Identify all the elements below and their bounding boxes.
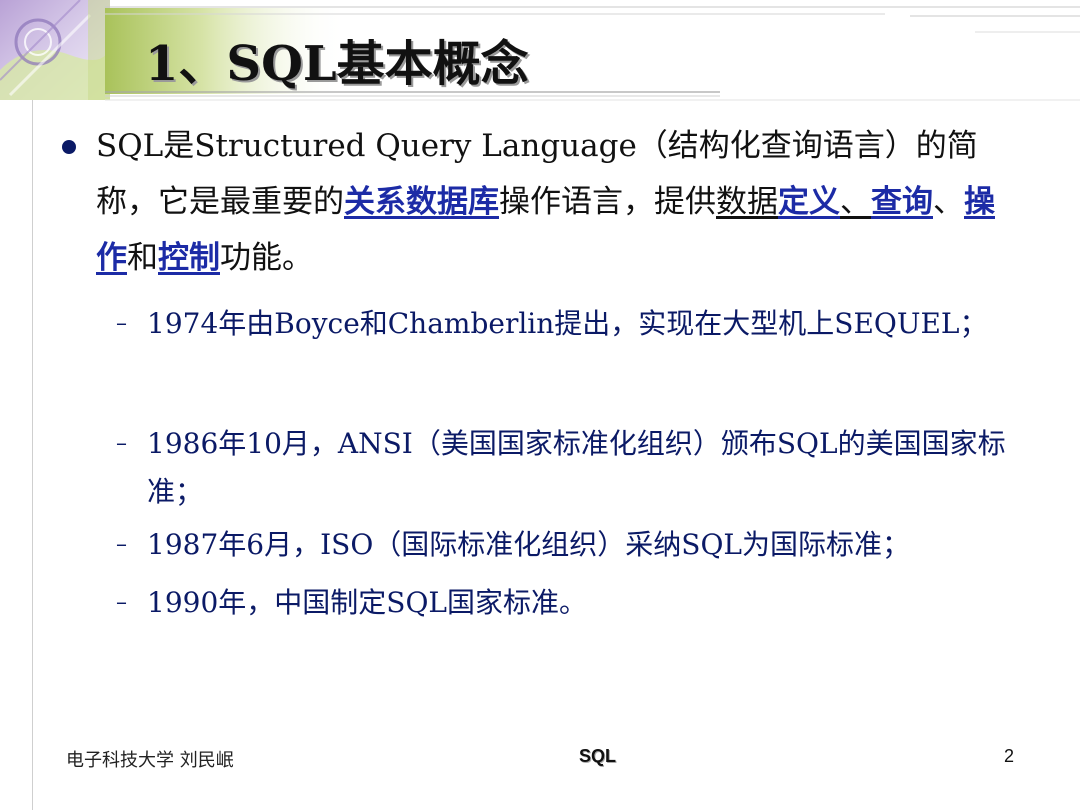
and-word: 和 bbox=[127, 240, 158, 276]
intro-text: 操作语言，提供 bbox=[499, 184, 716, 220]
intro-paragraph: SQL是Structured Query Language（结构化查询语言）的简… bbox=[96, 118, 1016, 286]
separator: 、 bbox=[840, 184, 871, 220]
bullet-dot bbox=[62, 140, 76, 154]
link-define[interactable]: 定义 bbox=[778, 184, 840, 220]
dash-bullet: – bbox=[116, 590, 127, 615]
corner-decoration bbox=[0, 0, 110, 100]
page-number: 2 bbox=[1004, 746, 1015, 766]
list-item-text: 1974年由Boyce和Chamberlin提出，实现在大型机上SEQUEL； bbox=[147, 307, 988, 340]
separator: 、 bbox=[933, 184, 964, 220]
footer-topic: SQL bbox=[579, 746, 617, 766]
list-item-text: 1987年6月，ISO（国际标准化组织）采纳SQL为国际标准； bbox=[147, 528, 911, 561]
intro-text: 功能。 bbox=[220, 240, 313, 276]
dash-bullet: – bbox=[116, 311, 127, 336]
slide-title: 1、SQL基本概念 bbox=[145, 36, 529, 92]
data-word: 数据 bbox=[716, 184, 778, 220]
link-query[interactable]: 查询 bbox=[871, 184, 933, 220]
list-item-text: 1986年10月，ANSI（美国国家标准化组织）颁布SQL的美国国家标准； bbox=[147, 427, 1006, 508]
slide-footer: 电子科技大学 刘民岷 SQL 2 bbox=[0, 740, 1080, 774]
dash-bullet: – bbox=[116, 431, 127, 456]
left-margin-rule bbox=[32, 100, 33, 810]
link-control[interactable]: 控制 bbox=[158, 240, 220, 276]
list-item-text: 1990年，中国制定SQL国家标准。 bbox=[147, 586, 587, 619]
link-relational-database[interactable]: 关系数据库 bbox=[344, 184, 499, 220]
footer-author: 电子科技大学 刘民岷 bbox=[66, 750, 234, 771]
dash-bullet: – bbox=[116, 532, 127, 557]
